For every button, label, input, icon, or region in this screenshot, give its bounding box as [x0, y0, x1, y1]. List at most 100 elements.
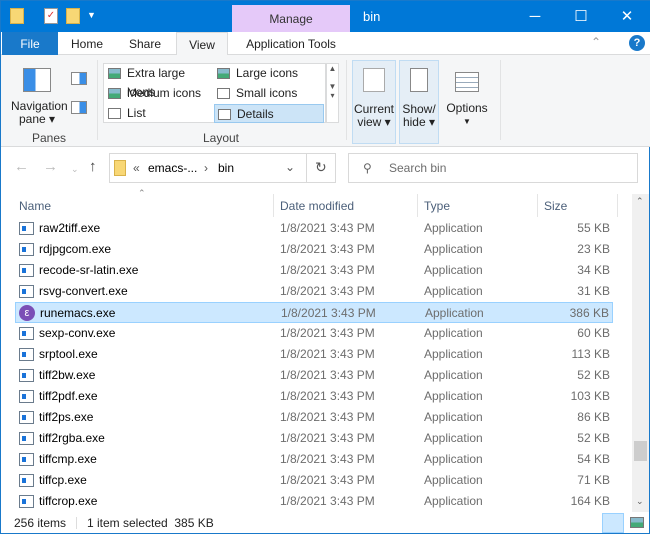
file-name: tiffcrop.exe: [39, 494, 98, 508]
status-bar: 256 items 1 item selected 385 KB: [1, 512, 650, 534]
file-date: 1/8/2021 3:43 PM: [280, 452, 375, 466]
label: Medium icons: [127, 86, 202, 100]
tab-application-tools[interactable]: Application Tools: [232, 32, 350, 55]
recent-locations-button[interactable]: ⌄: [71, 164, 79, 175]
application-icon: [19, 222, 34, 235]
file-date: 1/8/2021 3:43 PM: [281, 306, 376, 320]
navigation-pane-icon: [23, 68, 51, 92]
layout-list[interactable]: List: [105, 104, 213, 123]
medium-icons-icon: [108, 88, 121, 99]
file-row[interactable]: tiffcp.exe 1/8/2021 3:43 PM Application 71 …: [15, 470, 613, 491]
ribbon: Navigation pane ▾ Panes Extra large icon…: [1, 55, 650, 147]
file-name: recode-sr-latin.exe: [39, 263, 139, 277]
panes-group-label: Panes: [31, 131, 67, 145]
forward-button[interactable]: →: [43, 158, 58, 175]
application-icon: [19, 495, 34, 508]
file-type: Application: [424, 410, 483, 424]
file-type: Application: [424, 221, 483, 235]
back-button[interactable]: ←: [14, 158, 29, 175]
breadcrumb-bin[interactable]: bin: [218, 161, 234, 175]
file-row[interactable]: tiff2bw.exe 1/8/2021 3:43 PM Application 52…: [15, 365, 613, 386]
tab-share[interactable]: Share: [119, 32, 171, 55]
file-row[interactable]: srptool.exe 1/8/2021 3:43 PM Application 11…: [15, 344, 613, 365]
layout-extra-large-icons[interactable]: Extra large icons: [105, 64, 213, 99]
application-icon: [19, 432, 34, 445]
file-row[interactable]: ε runemacs.exe 1/8/2021 3:43 PM Application…: [15, 302, 613, 323]
up-button[interactable]: ↑: [89, 158, 97, 175]
file-row[interactable]: recode-sr-latin.exe 1/8/2021 3:43 PM Appli…: [15, 260, 613, 281]
layout-medium-icons[interactable]: Medium icons: [105, 84, 213, 103]
show-hide-button[interactable]: Show/ hide ▾: [399, 60, 439, 144]
current-view-button[interactable]: Current view ▾: [352, 60, 396, 144]
file-type: Application: [424, 284, 483, 298]
details-pane-icon[interactable]: [71, 101, 87, 114]
details-view-toggle[interactable]: [602, 513, 624, 533]
refresh-icon[interactable]: ↻: [315, 159, 327, 176]
explorer-window: ✓ ▼ Manage bin ─ ☐ ✕ File Home Share Vie…: [0, 0, 650, 534]
collapse-ribbon-icon[interactable]: ⌃: [591, 35, 601, 49]
file-row[interactable]: raw2tiff.exe 1/8/2021 3:43 PM Application 5…: [15, 218, 613, 239]
file-name: srptool.exe: [39, 347, 98, 361]
file-row[interactable]: sexp-conv.exe 1/8/2021 3:43 PM Application…: [15, 323, 613, 344]
layout-gallery: Extra large icons Large icons Medium ico…: [103, 63, 326, 123]
scroll-up-icon[interactable]: ⌃: [636, 196, 644, 207]
customize-toolbar-icon[interactable]: ▼: [87, 10, 96, 20]
search-placeholder: Search bin: [389, 161, 447, 175]
file-name: tiff2rgba.exe: [39, 431, 105, 445]
search-input[interactable]: ⚲ Search bin: [348, 153, 638, 183]
application-icon: [19, 327, 34, 340]
search-icon: ⚲: [363, 161, 372, 175]
layout-large-icons[interactable]: Large icons: [214, 64, 324, 83]
file-size: 103 KB: [570, 389, 610, 403]
address-bar[interactable]: « emacs-... › bin ⌄ ↻: [109, 153, 336, 183]
file-row[interactable]: tiff2pdf.exe 1/8/2021 3:43 PM Application 1…: [15, 386, 613, 407]
large-icons-view-toggle[interactable]: [630, 517, 644, 528]
maximize-button[interactable]: ☐: [558, 1, 604, 32]
layout-gallery-scroll[interactable]: ▲ ▼ ▾: [326, 63, 339, 123]
divider: [417, 194, 418, 217]
application-icon: [19, 369, 34, 382]
tab-file[interactable]: File: [2, 32, 58, 55]
vertical-scrollbar[interactable]: ⌃ ⌄: [632, 194, 649, 512]
breadcrumb-separator[interactable]: ›: [204, 161, 208, 175]
divider: [346, 60, 347, 140]
column-type[interactable]: Type: [424, 199, 450, 213]
breadcrumb-overflow[interactable]: «: [133, 161, 140, 175]
manage-context-tab[interactable]: Manage: [232, 5, 350, 32]
file-row[interactable]: rsvg-convert.exe 1/8/2021 3:43 PM Applicat…: [15, 281, 613, 302]
scroll-down-icon[interactable]: ⌄: [636, 496, 644, 507]
file-row[interactable]: tiff2rgba.exe 1/8/2021 3:43 PM Application…: [15, 428, 613, 449]
window-title: bin: [363, 9, 381, 24]
layout-details[interactable]: Details: [214, 104, 324, 123]
close-button[interactable]: ✕: [604, 1, 650, 32]
breadcrumb-emacs[interactable]: emacs-...: [148, 161, 197, 175]
tab-home[interactable]: Home: [61, 32, 113, 55]
file-type: Application: [424, 389, 483, 403]
column-date-modified[interactable]: Date modified: [280, 199, 354, 213]
preview-pane-icon[interactable]: [71, 72, 87, 85]
layout-small-icons[interactable]: Small icons: [214, 84, 324, 103]
help-icon[interactable]: ?: [629, 35, 645, 51]
application-icon: [19, 243, 34, 256]
file-row[interactable]: tiffcrop.exe 1/8/2021 3:43 PM Application 1…: [15, 491, 613, 512]
properties-icon[interactable]: ✓: [44, 8, 58, 24]
column-name[interactable]: Name: [19, 199, 51, 213]
file-row[interactable]: tiffcmp.exe 1/8/2021 3:43 PM Application 54…: [15, 449, 613, 470]
file-size: 31 KB: [577, 284, 610, 298]
new-folder-icon[interactable]: [66, 8, 80, 24]
tab-view[interactable]: View: [176, 32, 228, 56]
label: Large icons: [236, 66, 299, 80]
minimize-button[interactable]: ─: [512, 1, 558, 32]
scrollbar-thumb[interactable]: [634, 441, 647, 461]
options-button[interactable]: Options ▼: [443, 60, 491, 144]
file-type: Application: [424, 242, 483, 256]
divider: [273, 194, 274, 217]
file-date: 1/8/2021 3:43 PM: [280, 431, 375, 445]
emacs-icon: ε: [19, 305, 35, 321]
file-size: 71 KB: [577, 473, 610, 487]
file-row[interactable]: rdjpgcom.exe 1/8/2021 3:43 PM Application 2…: [15, 239, 613, 260]
label: List: [127, 106, 146, 120]
column-size[interactable]: Size: [544, 199, 567, 213]
file-row[interactable]: tiff2ps.exe 1/8/2021 3:43 PM Application 86…: [15, 407, 613, 428]
address-dropdown-icon[interactable]: ⌄: [285, 160, 295, 174]
